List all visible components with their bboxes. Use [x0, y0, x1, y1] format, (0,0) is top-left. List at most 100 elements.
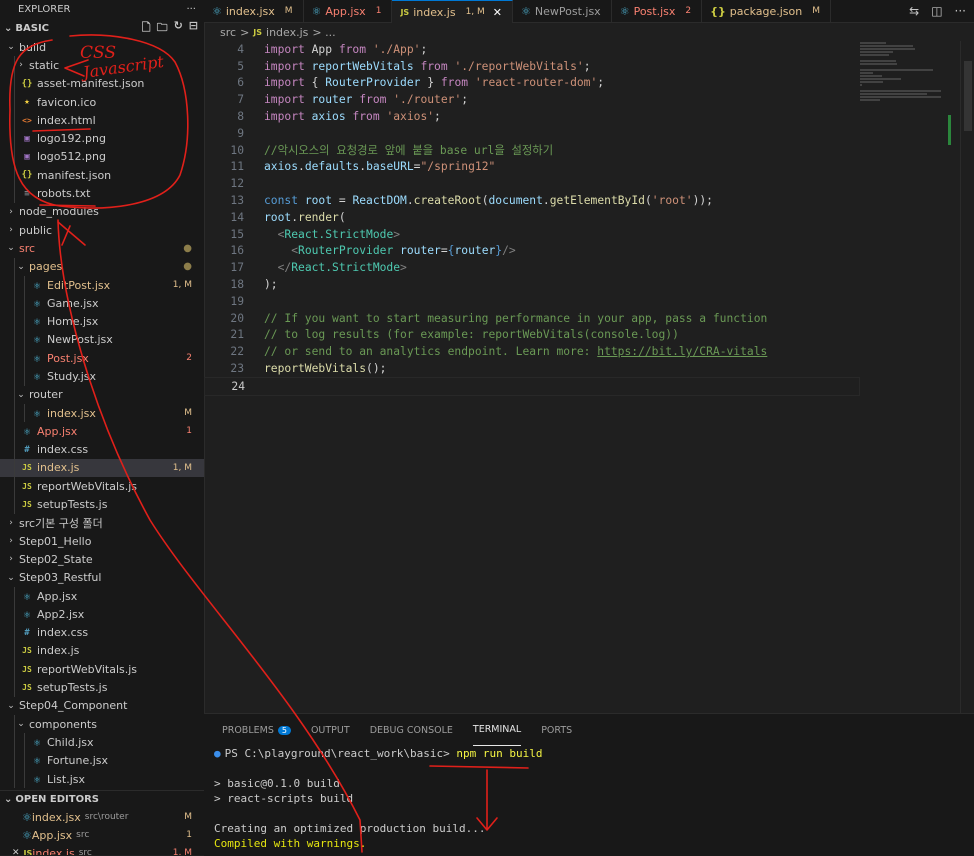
indent-guide — [24, 312, 25, 331]
line-number: 23 — [230, 362, 244, 376]
tree-item[interactable]: ⚛ List.jsx — [0, 769, 204, 789]
open-editors-header[interactable]: ⌄ OPEN EDITORS — [0, 790, 204, 808]
tree-item[interactable]: ▣ logo512.png — [0, 147, 204, 167]
panel-tab[interactable]: PROBLEMS 5 — [222, 714, 291, 746]
tree-item[interactable]: ⚛ App.jsx — [0, 586, 204, 606]
tree-item[interactable]: ⌄ Step04_Component — [0, 697, 204, 715]
code-token[interactable]: https://bit.ly/CRA-vitals — [597, 345, 767, 358]
tree-item[interactable]: # index.css — [0, 440, 204, 459]
tree-item[interactable]: ⚛ Fortune.jsx — [0, 751, 204, 770]
collapse-all-icon[interactable]: ⊟ — [189, 19, 198, 38]
close-icon[interactable]: ✕ — [12, 848, 20, 855]
more-actions-icon[interactable]: ··· — [186, 4, 196, 15]
tree-item[interactable]: {} manifest.json — [0, 166, 204, 185]
project-section-header[interactable]: ⌄ BASIC 🗋 🗀 ↻ ⊟ — [0, 18, 204, 38]
tree-item[interactable]: ⚛ Home.jsx — [0, 312, 204, 331]
tree-item[interactable]: ★ favicon.ico — [0, 92, 204, 112]
tab-label: NewPost.jsx — [534, 4, 601, 18]
tree-item[interactable]: ⌄ src ● — [0, 239, 204, 257]
editor-tab[interactable]: ⚛ index.jsx M — [204, 0, 304, 22]
panel-tab[interactable]: PORTS — [541, 714, 572, 746]
tree-item[interactable]: <> index.html — [0, 111, 204, 130]
tree-item[interactable]: › static — [0, 56, 204, 75]
tree-item[interactable]: JS reportWebVitals.js — [0, 660, 204, 679]
tree-item[interactable]: › Step02_State — [0, 550, 204, 568]
tree-item[interactable]: # index.css — [0, 623, 204, 642]
editor-tab[interactable]: ⚛ NewPost.jsx — [513, 0, 612, 22]
indent-guide — [14, 586, 15, 606]
tree-item[interactable]: JS setupTests.js — [0, 678, 204, 697]
line-number: 15 — [230, 227, 244, 241]
code-token: = — [332, 194, 353, 208]
tree-item[interactable]: ⌄ components — [0, 714, 204, 734]
tree-item[interactable]: ⚛ App2.jsx — [0, 605, 204, 624]
js-file-icon: JS — [253, 27, 263, 37]
tree-item[interactable]: › src기본 구성 폴더 — [0, 514, 204, 532]
editor-tab[interactable]: ⚛ App.jsx 1 — [304, 0, 393, 22]
tree-item[interactable]: › node_modules — [0, 203, 204, 221]
tree-item[interactable]: ⚛ App.jsx 1 — [0, 422, 204, 441]
tree-item[interactable]: JS reportWebVitals.js — [0, 477, 204, 496]
code-text: </React.StrictMode> — [264, 261, 407, 274]
breadcrumb-tail[interactable]: > ... — [312, 26, 335, 39]
js-file-icon: JS — [22, 463, 32, 473]
indent-guide — [24, 403, 25, 423]
scrollbar-thumb[interactable] — [964, 61, 972, 131]
tree-item[interactable]: ⚛ index.jsx M — [0, 403, 204, 423]
tree-item[interactable]: ▣ logo192.png — [0, 129, 204, 148]
editor-tab[interactable]: ⚛ Post.jsx 2 — [612, 0, 703, 22]
indent-guide — [14, 257, 15, 276]
tree-item[interactable]: ⌄ build — [0, 38, 204, 56]
tree-item[interactable]: ⚛ Study.jsx — [0, 367, 204, 386]
tree-item[interactable]: ⚛ EditPost.jsx 1, M — [0, 275, 204, 295]
tree-item[interactable]: › Step01_Hello — [0, 532, 204, 550]
editor-tab[interactable]: {} package.json M — [702, 0, 831, 22]
split-editor-icon[interactable]: ◫ — [931, 4, 942, 18]
code-editor[interactable]: 4 import App from './App'; 5 import reportW… — [204, 41, 860, 396]
tree-item[interactable]: {} asset-manifest.json — [0, 74, 204, 93]
tree-item[interactable]: JS setupTests.js — [0, 495, 204, 514]
panel-tab[interactable]: DEBUG CONSOLE — [370, 714, 453, 746]
open-editor-item[interactable]: ✕ JS index.js src 1, M — [0, 844, 204, 856]
more-actions-icon[interactable]: ··· — [955, 4, 966, 18]
tree-item[interactable]: ⚛ Child.jsx — [0, 733, 204, 752]
code-token: // to log results (for example: reportWe… — [264, 328, 679, 342]
code-token: './App' — [372, 42, 421, 56]
tree-item[interactable]: JS index.js — [0, 641, 204, 661]
close-icon[interactable]: ✕ — [493, 6, 502, 19]
code-text: reportWebVitals(); — [264, 362, 386, 375]
editor-scrollbar[interactable] — [960, 41, 974, 713]
editor-tab[interactable]: JS index.js 1, M ✕ — [392, 0, 514, 23]
panel-tab[interactable]: OUTPUT — [311, 714, 350, 746]
new-file-icon[interactable]: 🗋 — [142, 19, 151, 38]
chevron-down-icon: ⌄ — [4, 22, 13, 34]
minimap[interactable] — [860, 41, 960, 101]
new-folder-icon[interactable]: 🗀 — [157, 19, 168, 38]
code-line: 19 — [204, 293, 860, 310]
tree-item[interactable]: ⌄ router — [0, 385, 204, 404]
tree-item[interactable]: ⌄ pages ● — [0, 257, 204, 276]
refresh-icon[interactable]: ↻ — [174, 19, 183, 38]
tree-item[interactable]: ⌄ Step03_Restful — [0, 569, 204, 587]
breadcrumb-folder[interactable]: src — [220, 26, 236, 39]
compare-icon[interactable]: ⇆ — [909, 4, 919, 18]
tree-item[interactable]: ≡ robots.txt — [0, 184, 204, 203]
tree-item-label: List.jsx — [47, 772, 86, 786]
tree-item[interactable]: › public — [0, 221, 204, 239]
indent-guide — [14, 495, 15, 514]
line-number: 17 — [230, 261, 244, 275]
panel-tab[interactable]: TERMINAL — [472, 714, 522, 746]
tree-item[interactable]: ⚛ Post.jsx 2 — [0, 349, 204, 368]
tree-item[interactable]: ⚛ NewPost.jsx — [0, 330, 204, 350]
code-line: 11 axios.defaults.baseURL="/spring12" — [204, 159, 860, 176]
tree-item[interactable]: ⚛ Game.jsx — [0, 294, 204, 313]
breadcrumb-file[interactable]: index.js — [266, 26, 308, 39]
tab-label: package.json — [729, 4, 803, 18]
open-editor-path: src — [78, 848, 92, 855]
open-editor-badge: M — [184, 812, 192, 822]
open-editor-item[interactable]: ⚛ App.jsx src 1 — [0, 826, 204, 844]
open-editor-item[interactable]: ⚛ index.jsx src\router M — [0, 808, 204, 826]
react-icon: ⚛ — [22, 810, 32, 824]
terminal[interactable]: ● PS C:\playground\react_work\basic> npm … — [204, 746, 974, 851]
tree-item[interactable]: JS index.js 1, M — [0, 458, 204, 478]
